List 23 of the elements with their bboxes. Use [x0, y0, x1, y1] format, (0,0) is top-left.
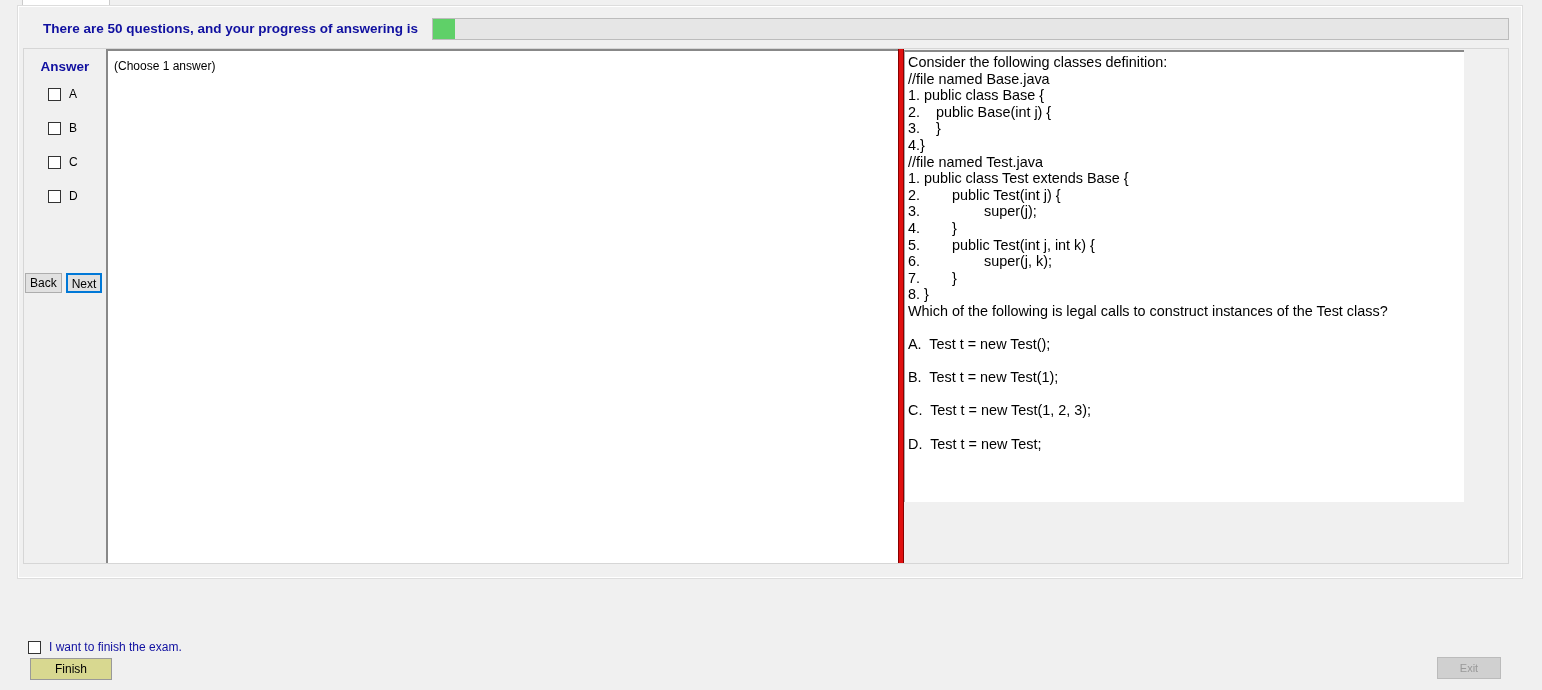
choice-label: C — [69, 154, 78, 172]
finish-button[interactable]: Finish — [30, 658, 112, 680]
checkbox[interactable] — [48, 189, 61, 203]
checkbox[interactable] — [28, 640, 41, 654]
splitter-handle[interactable] — [898, 49, 904, 563]
answer-hint: (Choose 1 answer) — [113, 58, 217, 75]
checkbox[interactable] — [48, 121, 61, 135]
progress-caption: There are 50 questions, and your progress of answering is — [43, 19, 419, 38]
choice-label: D — [69, 188, 78, 206]
answer-option: C. Test t = new Test(1, 2, 3); — [908, 402, 1461, 420]
finish-label: I want to finish the exam. — [49, 639, 182, 656]
checkbox[interactable] — [48, 87, 61, 101]
choice-label: A — [69, 86, 77, 104]
answer-area[interactable]: (Choose 1 answer) — [106, 49, 898, 563]
answer-option: A. Test t = new Test(); — [908, 336, 1461, 353]
answer-option: B. Test t = new Test(1); — [908, 369, 1461, 386]
answer-option: D. Test t = new Test; — [908, 435, 1461, 453]
nav-button[interactable]: Back — [25, 273, 62, 293]
checkbox[interactable] — [48, 155, 61, 169]
question-text: Consider the following classes definition: //file named Base.java 1. public class Base { 2. public Base(int j) { 3. } 4.} //file named Test.java 1. public class Test extends Base { 2. public Test(int j) { 3. super(j); 4. } 5. public Test(int j, int k) { 6. super(j, k); 7. } 8. } Which of the following is legal calls to construct instances of the Test class? — [908, 54, 1389, 320]
choice-label: B — [69, 120, 77, 138]
answer-heading: Answer — [39, 58, 91, 76]
nav-button[interactable]: Next — [65, 273, 103, 293]
